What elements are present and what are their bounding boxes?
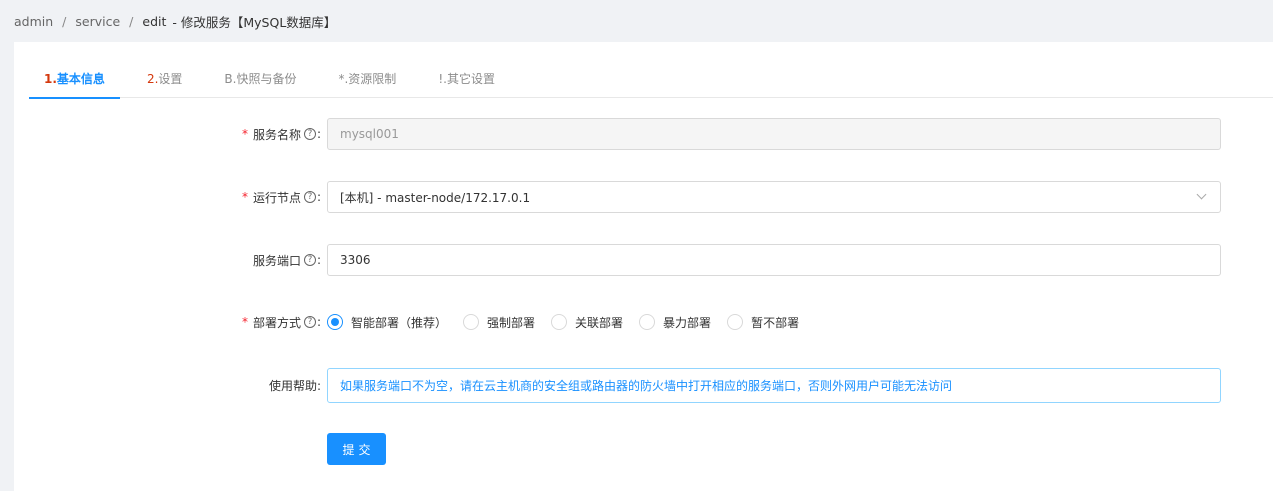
service-port-input[interactable]: 3306	[327, 244, 1221, 276]
run-node-value: [本机] - master-node/172.17.0.1	[340, 190, 531, 205]
radio-force-deploy[interactable]: 强制部署	[463, 314, 535, 331]
required-mark: *	[241, 127, 248, 141]
breadcrumb-service[interactable]: service	[75, 14, 120, 29]
page-title: - 修改服务【MySQL数据库】	[172, 15, 337, 30]
submit-button[interactable]: 提交	[327, 433, 386, 465]
radio-no-deploy[interactable]: 暂不部署	[727, 314, 799, 331]
service-name-input[interactable]: mysql001	[327, 118, 1221, 150]
radio-brute-deploy[interactable]: 暴力部署	[639, 314, 711, 331]
run-node-label: * 运行节点 ?:	[241, 190, 321, 205]
service-port-label: 服务端口 ?:	[252, 253, 321, 268]
help-icon[interactable]: ?	[303, 254, 316, 266]
required-mark: *	[241, 315, 248, 329]
help-icon[interactable]: ?	[303, 128, 316, 140]
chevron-down-icon	[1196, 191, 1208, 203]
edit-card: 1.基本信息 2.设置 B.快照与备份 *.资源限制 !.其它设置 * 服务名称…	[14, 42, 1273, 491]
required-mark: *	[241, 190, 248, 204]
run-node-select[interactable]: [本机] - master-node/172.17.0.1	[327, 181, 1221, 213]
breadcrumb: admin / service / edit - 修改服务【MySQL数据库】	[14, 12, 336, 31]
radio-unchecked-icon	[463, 314, 480, 330]
radio-unchecked-icon	[727, 314, 744, 330]
deploy-mode-row: * 部署方式 ?: 智能部署（推荐） 强制部署 关联部署 暴力部署 暂不部署	[14, 306, 1273, 338]
service-name-row: * 服务名称 ?: mysql001	[14, 118, 1273, 150]
breadcrumb-edit: edit	[142, 14, 167, 29]
tab-basic-info[interactable]: 1.基本信息	[29, 62, 120, 99]
usage-help-row: 使用帮助: 如果服务端口不为空，请在云主机商的安全组或路由器的防火墙中打开相应的…	[14, 368, 1273, 403]
help-icon[interactable]: ?	[303, 191, 316, 203]
usage-help-label: 使用帮助:	[268, 379, 321, 393]
run-node-row: * 运行节点 ?: [本机] - master-node/172.17.0.1	[14, 181, 1273, 213]
deploy-mode-radio-group: 智能部署（推荐） 强制部署 关联部署 暴力部署 暂不部署	[327, 306, 1221, 338]
radio-linked-deploy[interactable]: 关联部署	[551, 314, 623, 331]
help-icon[interactable]: ?	[303, 316, 316, 328]
usage-help-text: 如果服务端口不为空，请在云主机商的安全组或路由器的防火墙中打开相应的服务端口，否…	[327, 368, 1221, 403]
radio-unchecked-icon	[551, 314, 568, 330]
tab-settings[interactable]: 2.设置	[132, 62, 197, 98]
breadcrumb-separator: /	[129, 14, 134, 29]
breadcrumb-admin[interactable]: admin	[14, 14, 53, 29]
tab-resource-limits[interactable]: *.资源限制	[323, 62, 411, 98]
deploy-mode-label: * 部署方式 ?:	[241, 315, 321, 330]
radio-smart-deploy[interactable]: 智能部署（推荐）	[327, 314, 447, 331]
service-port-row: 服务端口 ?: 3306	[14, 244, 1273, 276]
tab-other-settings[interactable]: !.其它设置	[423, 62, 510, 98]
radio-unchecked-icon	[639, 314, 656, 330]
tab-snapshot-backup[interactable]: B.快照与备份	[209, 62, 311, 98]
radio-checked-icon	[327, 314, 343, 330]
tab-bar: 1.基本信息 2.设置 B.快照与备份 *.资源限制 !.其它设置	[29, 62, 1273, 99]
service-name-label: * 服务名称 ?:	[241, 127, 321, 142]
breadcrumb-separator: /	[62, 14, 67, 29]
